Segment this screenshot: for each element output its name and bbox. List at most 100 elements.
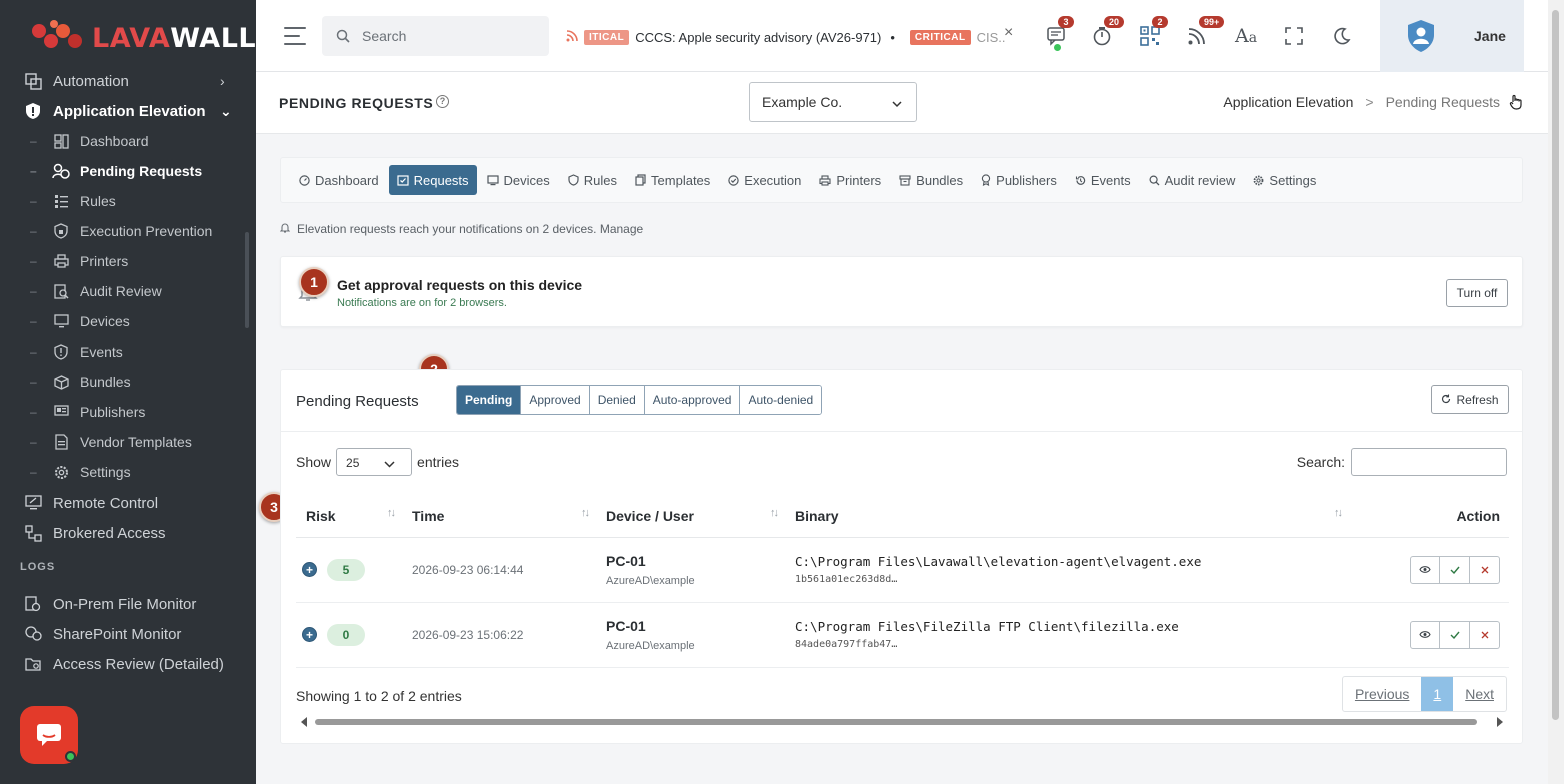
remote-monitor-icon	[24, 494, 42, 512]
expand-row-icon[interactable]: +	[302, 627, 317, 642]
table-header-row: Risk ↑↓ Time ↑↓ Device / User ↑↓ Binary ↑↓ A…	[296, 495, 1509, 538]
breadcrumb-link[interactable]: Application Elevation	[1223, 94, 1353, 110]
sidebar-item-automation[interactable]: Automation ›	[24, 67, 225, 95]
column-header-time[interactable]: Time ↑↓	[402, 495, 596, 538]
text-size-icon: Aa	[1234, 25, 1258, 47]
next-page-button[interactable]: Next	[1453, 677, 1506, 711]
scroll-right-icon[interactable]	[1495, 716, 1505, 728]
tab-templates[interactable]: Templates	[627, 165, 718, 195]
page-scrollbar-thumb[interactable]	[1552, 10, 1559, 720]
sidebar-scrollbar[interactable]	[245, 232, 249, 328]
tab-requests[interactable]: Requests	[388, 165, 477, 195]
sidebar-sub-vendor-templates[interactable]: – Vendor Templates	[30, 429, 192, 455]
page-scrollbar[interactable]	[1548, 0, 1564, 784]
tab-settings[interactable]: Settings	[1245, 165, 1324, 195]
sidebar-item-sharepoint-monitor[interactable]: SharePoint Monitor	[24, 620, 181, 648]
sidebar-sub-devices[interactable]: – Devices	[30, 308, 130, 334]
page-1-button[interactable]: 1	[1421, 677, 1454, 711]
chat-launcher-button[interactable]	[20, 706, 78, 764]
award-icon	[981, 174, 991, 186]
sidebar-sub-pending-requests[interactable]: – Pending Requests	[30, 158, 202, 184]
table-horizontal-scrollbar[interactable]	[299, 716, 1505, 728]
step-marker-1: 1	[299, 267, 329, 297]
timer-button[interactable]: 20	[1088, 16, 1125, 50]
ticker-item[interactable]: CIS...	[977, 30, 1006, 45]
sidebar-sub-bundles[interactable]: – Bundles	[30, 369, 131, 395]
tab-audit-review[interactable]: Audit review	[1141, 165, 1244, 195]
ticker-close-icon[interactable]: ×	[1004, 24, 1013, 42]
tab-execution[interactable]: Execution	[720, 165, 809, 195]
tab-rules[interactable]: Rules	[560, 165, 625, 195]
fullscreen-icon	[1285, 27, 1303, 45]
approve-button[interactable]	[1440, 620, 1470, 649]
sidebar-sub-audit-review[interactable]: – Audit Review	[30, 278, 162, 304]
brand-logo[interactable]: LAVAWALL ®	[32, 20, 256, 56]
filter-approved[interactable]: Approved	[521, 386, 590, 414]
tab-label: Audit review	[1164, 172, 1236, 188]
dark-mode-button[interactable]	[1328, 22, 1356, 50]
filter-auto-approved[interactable]: Auto-approved	[644, 386, 741, 414]
news-ticker[interactable]: ITICAL CCCS: Apple security advisory (AV…	[566, 26, 1006, 48]
turn-off-button[interactable]: Turn off	[1446, 279, 1508, 307]
column-header-binary[interactable]: Binary ↑↓	[785, 495, 1349, 538]
page-length-select[interactable]: 25	[336, 448, 413, 476]
filter-pending[interactable]: Pending	[457, 386, 522, 414]
sidebar-sub-label: Audit Review	[80, 283, 162, 299]
tab-printers[interactable]: Printers	[811, 165, 889, 195]
previous-page-button[interactable]: Previous	[1343, 677, 1421, 711]
deny-button[interactable]	[1470, 620, 1500, 649]
page-header: PENDING REQUESTS ? Example Co. Applicati…	[256, 72, 1548, 134]
deny-button[interactable]	[1470, 555, 1500, 584]
sidebar-sub-events[interactable]: – Events	[30, 339, 123, 365]
tab-label: Printers	[836, 172, 882, 188]
sidebar-sub-dashboard[interactable]: – Dashboard	[30, 128, 149, 154]
tab-devices[interactable]: Devices	[479, 165, 558, 195]
user-menu[interactable]: Jane	[1380, 0, 1524, 72]
device-approval-card: Get approval requests on this device Not…	[280, 256, 1523, 327]
sidebar-item-remote-control[interactable]: Remote Control	[24, 489, 158, 517]
filter-auto-denied[interactable]: Auto-denied	[740, 386, 822, 414]
view-button[interactable]	[1410, 555, 1440, 584]
sidebar-item-application-elevation[interactable]: Application Elevation ⌄	[24, 97, 232, 125]
sidebar-item-brokered-access[interactable]: Brokered Access	[24, 519, 166, 547]
logs-section-label: LOGS	[20, 561, 56, 573]
user-avatar-shield-icon	[1406, 18, 1436, 54]
sidebar-item-access-review[interactable]: Access Review (Detailed)	[24, 650, 224, 678]
company-select[interactable]: Example Co.	[749, 82, 917, 122]
risk-score-badge: 5	[327, 558, 365, 581]
global-search-input[interactable]: Search	[322, 16, 549, 56]
scroll-left-icon[interactable]	[299, 716, 309, 728]
row-actions	[1359, 620, 1509, 649]
help-icon[interactable]: ?	[436, 95, 449, 108]
tab-dashboard[interactable]: Dashboard	[291, 165, 387, 195]
tab-bundles[interactable]: Bundles	[891, 165, 971, 195]
sidebar-item-onprem-file-monitor[interactable]: On-Prem File Monitor	[24, 590, 196, 618]
sidebar-sub-printers[interactable]: – Printers	[30, 248, 128, 274]
sidebar-item-label: Application Elevation	[53, 102, 206, 120]
scrollbar-thumb[interactable]	[315, 719, 1477, 725]
view-button[interactable]	[1410, 620, 1440, 649]
column-header-device-user[interactable]: Device / User ↑↓	[596, 495, 785, 538]
feed-button[interactable]: 99+	[1183, 16, 1225, 50]
qr-button[interactable]: 2	[1136, 16, 1168, 50]
column-header-risk[interactable]: Risk ↑↓	[296, 495, 402, 538]
approve-button[interactable]	[1440, 555, 1470, 584]
tab-label: Bundles	[916, 172, 964, 188]
sidebar-sub-rules[interactable]: – Rules	[30, 188, 116, 214]
tab-publishers[interactable]: Publishers	[973, 165, 1065, 195]
expand-row-icon[interactable]: +	[302, 562, 317, 577]
refresh-button[interactable]: Refresh	[1431, 385, 1509, 414]
tab-events[interactable]: Events	[1067, 165, 1139, 195]
critical-badge: ITICAL	[584, 29, 630, 45]
filter-denied[interactable]: Denied	[589, 386, 645, 414]
notice-text[interactable]: Elevation requests reach your notificati…	[297, 222, 643, 236]
menu-toggle-icon[interactable]	[284, 27, 306, 51]
sidebar-sub-execution-prevention[interactable]: – Execution Prevention	[30, 218, 212, 244]
font-size-button[interactable]: Aa	[1232, 22, 1260, 50]
sidebar-sub-settings[interactable]: – Settings	[30, 459, 131, 485]
table-search-input[interactable]	[1351, 448, 1507, 476]
ticker-item[interactable]: CCCS: Apple security advisory (AV26-971)	[635, 30, 881, 45]
messages-button[interactable]: 3	[1042, 16, 1074, 51]
sidebar-sub-publishers[interactable]: – Publishers	[30, 399, 145, 425]
fullscreen-button[interactable]	[1280, 22, 1308, 50]
